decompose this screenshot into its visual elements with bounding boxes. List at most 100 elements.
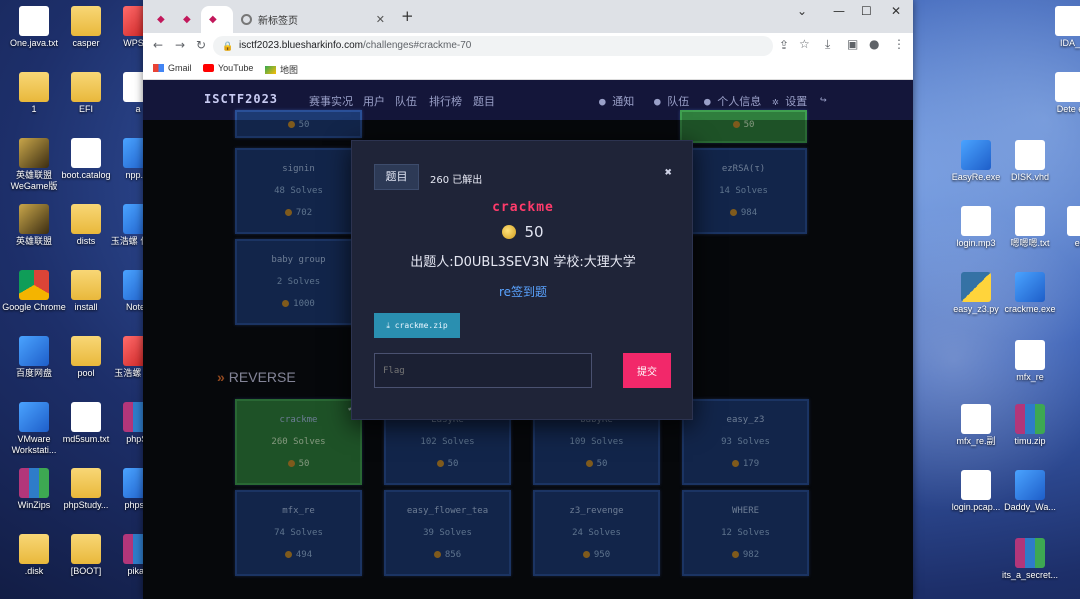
file-icon <box>961 404 991 434</box>
menu-kebab-icon[interactable]: ⋮ <box>893 37 905 51</box>
youtube-icon <box>203 64 214 72</box>
desktop-icon[interactable]: IDA_ <box>1040 6 1080 49</box>
bookmark-star-icon[interactable]: ☆ <box>799 37 810 51</box>
modal-tab-challenge[interactable]: 题目 <box>374 164 419 190</box>
desktop-icon-label: phpStudy... <box>63 500 109 510</box>
desktop-icon-label: dists <box>76 236 96 246</box>
folder-icon <box>19 534 49 564</box>
desktop-icon[interactable]: login.mp3 <box>946 206 1006 249</box>
nav-teams[interactable]: 队伍 <box>395 93 417 109</box>
nav-profile[interactable]: ● 个人信息 <box>704 93 761 109</box>
vmware-icon <box>19 402 49 432</box>
desktop-icon[interactable]: Daddy_Wa... <box>1000 470 1060 513</box>
desktop-icon[interactable]: DISK.vhd <box>1000 140 1060 183</box>
desktop-icon[interactable]: enc <box>1052 206 1080 249</box>
apk-icon <box>1015 470 1045 500</box>
lol-icon <box>19 138 49 168</box>
desktop-icon[interactable]: easy_z3.py <box>946 272 1006 315</box>
bookmark-gmail[interactable]: Gmail <box>153 63 192 73</box>
ctf-favicon-icon: ◆ <box>183 13 191 25</box>
desktop-icon-label: WinZips <box>17 500 51 510</box>
tab-strip: ◆ ◆ ◆ 新标签页 ✕ + ⌄ — ☐ ✕ <box>143 0 913 33</box>
logout-icon[interactable]: ↪ <box>820 93 827 106</box>
close-tab-icon[interactable]: ✕ <box>376 13 385 26</box>
browser-window: ◆ ◆ ◆ 新标签页 ✕ + ⌄ — ☐ ✕ ← → ↻ 🔒 isctf2023… <box>143 0 913 599</box>
reload-icon[interactable]: ↻ <box>196 38 206 52</box>
maximize-button[interactable]: ☐ <box>861 4 872 18</box>
desktop-icon-label: crackme.exe <box>1004 304 1056 314</box>
tab-new-tab[interactable]: 新标签页 ✕ <box>233 6 393 33</box>
desktop-icon[interactable]: mfx_re <box>1000 340 1060 383</box>
nav-live[interactable]: 赛事实况 <box>309 93 353 109</box>
folder-icon <box>71 534 101 564</box>
share-icon[interactable]: ⇪ <box>779 38 789 52</box>
sidebar-icon[interactable]: ▣ <box>847 37 858 51</box>
flag-input[interactable] <box>374 353 592 388</box>
desktop-icon-label: easy_z3.py <box>953 304 999 314</box>
desktop-icon[interactable]: Dete e <box>1040 72 1080 115</box>
lock-icon: 🔒 <box>222 41 234 51</box>
folder-icon <box>71 270 101 300</box>
exe-icon <box>961 140 991 170</box>
close-window-button[interactable]: ✕ <box>891 4 901 18</box>
desktop-icon[interactable]: login.pcap... <box>946 470 1006 513</box>
forward-icon[interactable]: → <box>175 38 185 52</box>
download-icon[interactable]: ⤓ <box>825 37 830 52</box>
desktop-icon-label: One.java.txt <box>9 38 59 48</box>
nav-notifications[interactable]: ● 通知 <box>599 93 634 109</box>
desktop-icon[interactable]: crackme.exe <box>1000 272 1060 315</box>
desktop-icon-label: 百度网盘 <box>15 368 52 378</box>
desktop-icon-label: install <box>74 302 98 312</box>
new-tab-button[interactable]: + <box>401 7 414 25</box>
back-icon[interactable]: ← <box>153 38 163 52</box>
site-brand[interactable]: ISCTF2023 <box>204 92 278 106</box>
file-icon <box>1015 140 1045 170</box>
nav-team[interactable]: ● 队伍 <box>654 93 689 109</box>
team-icon: ● <box>654 95 661 108</box>
desktop-icon[interactable]: EasyRe.exe <box>946 140 1006 183</box>
desktop-icon-label: login.mp3 <box>956 238 996 248</box>
desktop-icon-label: .disk <box>24 566 44 576</box>
lol-icon <box>19 204 49 234</box>
bookmark-youtube[interactable]: YouTube <box>203 63 253 73</box>
desktop-icon-label: boot.catalog <box>61 170 111 180</box>
profile-icon[interactable]: ● <box>869 37 879 51</box>
desktop-icon[interactable]: 嗯嗯嗯.txt <box>1000 206 1060 249</box>
tab-search-chevron-icon[interactable]: ⌄ <box>797 4 807 18</box>
minimize-button[interactable]: — <box>833 4 845 18</box>
chrome-icon <box>19 270 49 300</box>
modal-backdrop[interactable]: 题目 260 已解出 ✖ crackme 50 出题人:D0UBL3SEV3N … <box>143 120 913 599</box>
coin-icon <box>502 225 517 239</box>
url-path: /challenges#crackme-70 <box>362 40 472 51</box>
url-host: isctf2023.bluesharkinfo.com <box>239 40 363 51</box>
desktop-icon[interactable]: mfx_re.副 <box>946 404 1006 447</box>
nav-challenges[interactable]: 题目 <box>473 93 495 109</box>
desktop-icon-label: 英雄联盟 WeGame版 <box>10 170 58 191</box>
bookmark-maps[interactable]: 地图 <box>265 63 298 76</box>
desktop-icon-label: Daddy_Wa... <box>1004 502 1056 512</box>
submit-button[interactable]: 提交 <box>623 353 671 388</box>
folder-icon <box>71 336 101 366</box>
close-icon[interactable]: ✖ <box>665 165 672 179</box>
desktop-icon-label: IDA_ <box>1059 38 1080 48</box>
desktop-icon[interactable]: its_a_secret... <box>1000 538 1060 581</box>
bell-icon: ● <box>599 95 606 108</box>
nav-users[interactable]: 用户 <box>363 93 385 109</box>
download-file-button[interactable]: ⤓ crackme.zip <box>374 313 460 338</box>
desktop-icon-label: mfx_re.副 <box>956 436 996 446</box>
tab-ctf-active[interactable]: ◆ <box>201 6 233 33</box>
gmail-icon <box>153 64 164 72</box>
file-icon <box>961 470 991 500</box>
address-bar[interactable]: 🔒 isctf2023.bluesharkinfo.com/challenges… <box>213 36 773 56</box>
media-icon <box>961 206 991 236</box>
folder-icon <box>19 72 49 102</box>
nav-settings[interactable]: ✲ 设置 <box>772 93 807 109</box>
modal-solves-count[interactable]: 260 已解出 <box>430 171 482 186</box>
modal-points: 50 <box>352 223 694 241</box>
modal-challenge-name: crackme <box>492 200 554 215</box>
nav-scoreboard[interactable]: 排行榜 <box>429 93 462 109</box>
desktop-icon[interactable]: timu.zip <box>1000 404 1060 447</box>
baidu-icon <box>19 336 49 366</box>
ctf-favicon-icon: ◆ <box>157 13 165 25</box>
modal-author: 出题人:D0UBL3SEV3N 学校:大理大学 <box>410 255 636 270</box>
